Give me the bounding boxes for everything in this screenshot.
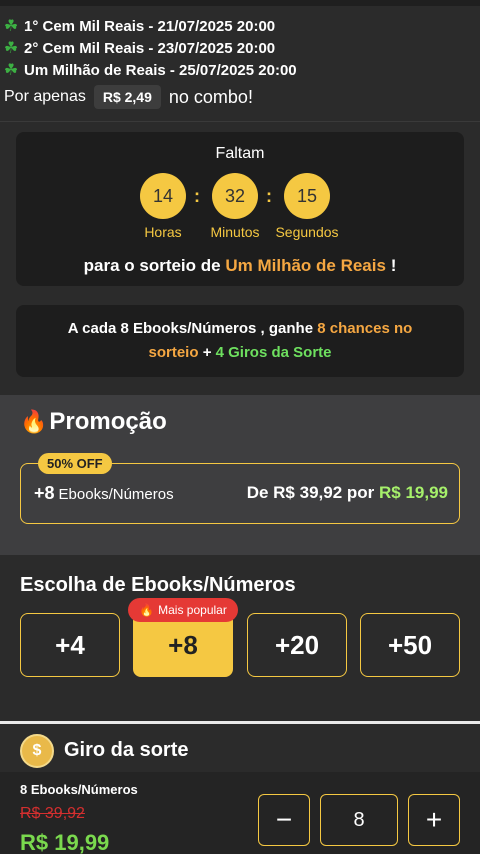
option-50-button[interactable]: +50	[360, 613, 460, 677]
time-separator: :	[194, 186, 200, 206]
old-price: R$ 39,92	[20, 805, 85, 822]
discount-badge: 50% OFF	[38, 453, 112, 474]
chances-giros: 4 Giros da Sorte	[215, 344, 332, 361]
sorteio-highlight: Um Milhão de Reais	[225, 256, 386, 275]
promo-label: Ebooks/Números	[58, 486, 174, 503]
promo-to-price: R$ 19,99	[379, 483, 448, 502]
combo-suffix: no combo!	[168, 86, 253, 107]
option-4-button[interactable]: +4	[20, 613, 120, 677]
option-20-button[interactable]: +20	[247, 613, 347, 677]
cart-item-name: 8 Ebooks/Números	[20, 782, 138, 797]
new-price: R$ 19,99	[20, 830, 110, 854]
sorteio-text: para o sorteio de Um Milhão de Reais !	[0, 256, 480, 276]
chances-plus: +	[202, 344, 212, 361]
chances-card: A cada 8 Ebooks/Números , ganhe 8 chance…	[16, 305, 464, 377]
fire-icon: 🔥	[20, 409, 48, 434]
promo-title: 🔥 Promoção	[20, 408, 167, 436]
decrement-button[interactable]: −	[258, 794, 310, 846]
seconds-label: Segundos	[275, 224, 339, 240]
popular-badge: 🔥 Mais popular	[128, 598, 238, 622]
popular-label: Mais popular	[158, 603, 227, 617]
seconds-value: 15	[284, 173, 330, 219]
sorteio-suffix: !	[390, 256, 397, 275]
sorteio-prefix: para o sorteio de	[83, 256, 221, 275]
chances-text: A cada 8 Ebooks/Números , ganhe 8 chance…	[46, 317, 434, 365]
clover-icon: ☘	[3, 40, 19, 57]
clover-icon: ☘	[3, 18, 19, 35]
combo-prefix: Por apenas	[4, 88, 86, 105]
fire-icon: 🔥	[139, 603, 155, 617]
clover-icon: ☘	[3, 62, 19, 79]
draw-item-2: ☘ 2° Cem Mil Reais - 23/07/2025 20:00	[2, 38, 275, 58]
time-separator: :	[266, 186, 272, 206]
option-8-button[interactable]: +8	[133, 613, 233, 677]
promo-price: De R$ 39,92 por R$ 19,99	[247, 483, 448, 503]
draw-text: 2° Cem Mil Reais - 23/07/2025 20:00	[24, 39, 276, 57]
minutes-value: 32	[212, 173, 258, 219]
minutes-label: Minutos	[210, 224, 260, 240]
combo-price-chip: R$ 2,49	[93, 85, 161, 109]
choose-title: Escolha de Ebooks/Números	[20, 574, 296, 596]
promo-title-text: Promoção	[49, 408, 167, 435]
giro-label: Giro da sorte	[64, 739, 189, 761]
quantity-field[interactable]: 8	[320, 794, 398, 846]
hours-label: Horas	[144, 224, 182, 240]
promo-quantity: +8 Ebooks/Números	[34, 483, 174, 504]
coin-icon: $	[20, 734, 54, 768]
countdown-heading: Faltam	[215, 145, 265, 162]
top-stripe	[0, 0, 480, 6]
draw-item-3: ☘ Um Milhão de Reais - 25/07/2025 20:00	[2, 60, 297, 80]
promo-qty: +8	[34, 483, 55, 503]
chances-part1: A cada 8 Ebooks/Números , ganhe	[67, 320, 314, 337]
increment-button[interactable]: +	[408, 794, 460, 846]
draw-text: 1° Cem Mil Reais - 21/07/2025 20:00	[24, 17, 276, 35]
combo-price-line: Por apenas R$ 2,49 no combo!	[4, 84, 253, 110]
promo-from: De R$ 39,92 por	[246, 483, 375, 502]
draw-item-1: ☘ 1° Cem Mil Reais - 21/07/2025 20:00	[2, 16, 275, 36]
draw-text: Um Milhão de Reais - 25/07/2025 20:00	[24, 61, 297, 79]
hours-value: 14	[140, 173, 186, 219]
